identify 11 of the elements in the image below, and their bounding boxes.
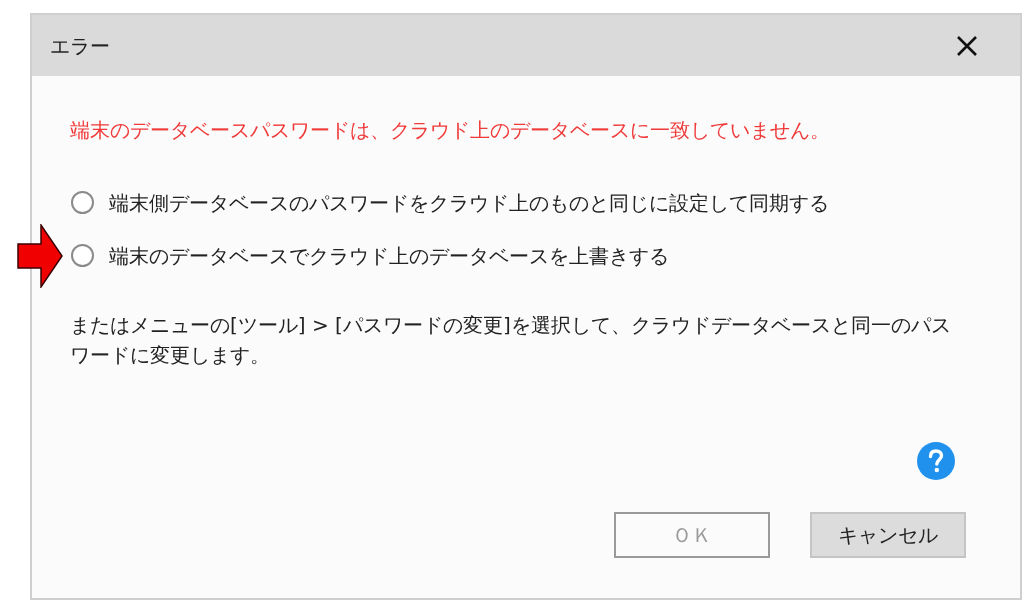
cancel-button[interactable]: キャンセル xyxy=(810,512,966,558)
radio-button[interactable] xyxy=(71,191,94,214)
radio-button[interactable] xyxy=(71,244,94,267)
close-button[interactable] xyxy=(956,34,978,57)
instruction-text: またはメニューの[ツール] > [パスワードの変更]を選択して、クラウドデータベースと同一のパスワードに変更します。 xyxy=(70,312,952,369)
window-title: エラー xyxy=(50,32,110,60)
radio-label[interactable]: 端末のデータベースでクラウド上のデータベースを上書きする xyxy=(109,241,669,270)
close-icon xyxy=(956,34,978,57)
error-message: 端末のデータベースパスワードは、クラウド上のデータベースに一致していません。 xyxy=(70,117,831,144)
help-icon[interactable] xyxy=(917,442,955,480)
radio-label[interactable]: 端末側データベースのパスワードをクラウド上のものと同じに設定して同期する xyxy=(109,188,829,217)
